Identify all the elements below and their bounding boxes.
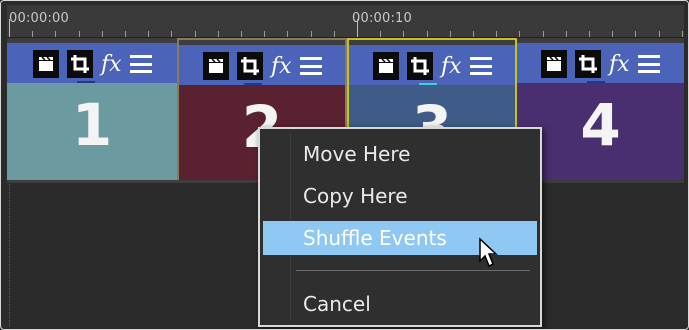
- event-1[interactable]: fx 1: [7, 38, 177, 180]
- event-4[interactable]: fx 4: [517, 38, 684, 180]
- timeline-window: 00:00:00 00:00:10 fx 1 fx fx fx 4 Move H…: [0, 0, 689, 330]
- menu-item-label: Shuffle Events: [303, 226, 447, 250]
- ruler-tick: [496, 31, 498, 37]
- menu-item-label: Cancel: [303, 292, 371, 316]
- event-header: fx: [517, 43, 684, 87]
- ruler-tick: [125, 31, 126, 37]
- event-number: 4: [580, 91, 621, 159]
- mouse-cursor-icon: [479, 237, 498, 268]
- ruler-tick: [217, 31, 219, 37]
- ruler-tick: [589, 31, 590, 37]
- ruler-tick: [635, 31, 637, 37]
- ruler-tick: [357, 19, 358, 37]
- fx-icon[interactable]: fx: [441, 54, 462, 79]
- ruler-tick: [542, 31, 544, 37]
- ruler-tick: [148, 31, 150, 37]
- crop-icon[interactable]: [407, 52, 433, 80]
- crop-icon[interactable]: [67, 50, 93, 78]
- event-header: fx: [349, 45, 515, 89]
- clapperboard-icon[interactable]: [33, 50, 59, 78]
- menu-item-cancel[interactable]: Cancel: [263, 287, 537, 321]
- menu-item-label: Copy Here: [303, 184, 408, 208]
- time-ruler[interactable]: 00:00:00 00:00:10: [7, 5, 684, 38]
- event-body: 4: [517, 83, 684, 180]
- ruler-tick: [333, 31, 335, 37]
- clapperboard-icon[interactable]: [541, 50, 567, 78]
- ruler-tick: [658, 31, 660, 37]
- menu-item-move-here[interactable]: Move Here: [263, 137, 537, 171]
- ruler-tick: [612, 31, 614, 37]
- menu-icon[interactable]: [637, 55, 660, 73]
- fx-icon[interactable]: fx: [609, 52, 630, 77]
- timecode-start: 00:00:00: [9, 11, 69, 26]
- menu-icon[interactable]: [299, 57, 322, 75]
- event-header: fx: [179, 45, 345, 89]
- ruler-tick: [473, 31, 474, 37]
- menu-icon[interactable]: [129, 55, 152, 73]
- ruler-tick: [310, 31, 312, 37]
- ruler-tick: [55, 31, 57, 37]
- event-number: 1: [71, 91, 113, 159]
- event-header: fx: [7, 43, 177, 87]
- menu-item-copy-here[interactable]: Copy Here: [263, 179, 537, 213]
- ruler-tick: [449, 31, 451, 37]
- context-menu: Move Here Copy Here Shuffle Events Cance…: [258, 127, 542, 327]
- timecode-10s: 00:00:10: [352, 11, 412, 26]
- ruler-tick: [519, 31, 521, 37]
- ruler-tick: [681, 31, 683, 37]
- menu-separator: [296, 270, 530, 271]
- fx-icon[interactable]: fx: [101, 52, 122, 77]
- ruler-tick: [287, 31, 289, 37]
- ruler-tick: [9, 19, 10, 37]
- ruler-tick: [380, 31, 382, 37]
- crop-icon[interactable]: [237, 52, 263, 80]
- ruler-tick: [78, 31, 80, 37]
- ruler-tick: [194, 31, 196, 37]
- ruler-tick: [264, 31, 266, 37]
- menu-icon[interactable]: [469, 57, 492, 75]
- ruler-tick: [426, 31, 428, 37]
- event-body: 1: [7, 83, 177, 180]
- marker-line: [9, 184, 10, 327]
- fx-icon[interactable]: fx: [271, 54, 292, 79]
- menu-item-label: Move Here: [303, 142, 411, 166]
- clapperboard-icon[interactable]: [373, 52, 399, 80]
- ruler-tick: [565, 31, 567, 37]
- ruler-tick: [403, 31, 405, 37]
- ruler-tick: [241, 31, 242, 37]
- crop-icon[interactable]: [575, 50, 601, 78]
- clapperboard-icon[interactable]: [203, 52, 229, 80]
- ruler-tick: [32, 31, 34, 37]
- ruler-tick: [171, 31, 173, 37]
- ruler-tick: [101, 31, 103, 37]
